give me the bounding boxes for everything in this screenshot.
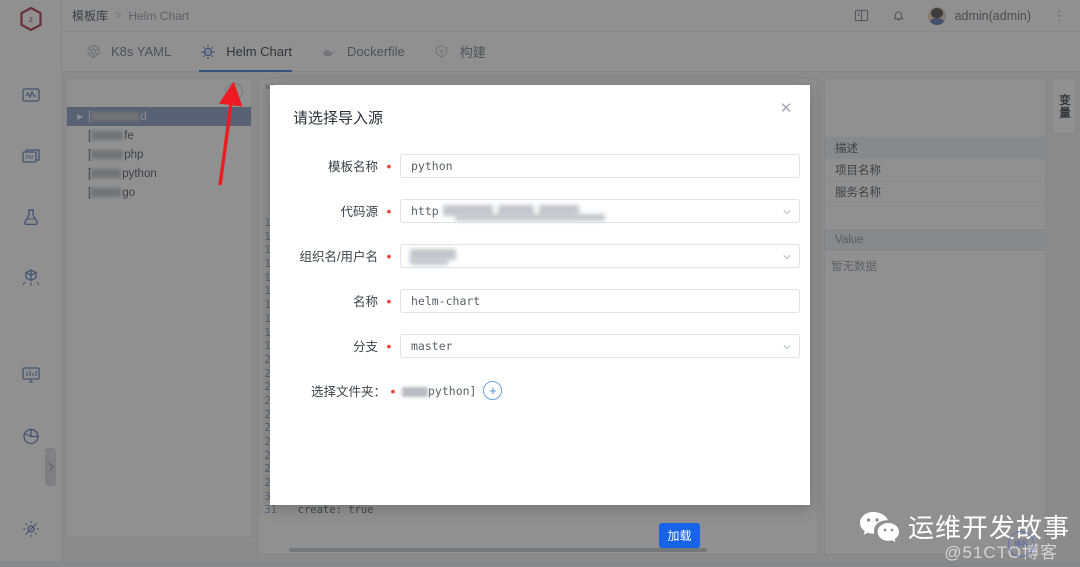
import-source-modal: 请选择导入源 ✕ 模板名称 • 代码源 • 组织名/用户名 bbox=[270, 85, 810, 548]
modal-title: 请选择导入源 bbox=[293, 110, 384, 127]
field-label: 选择文件夹： bbox=[310, 385, 386, 399]
field-label: 代码源 bbox=[340, 205, 378, 219]
field-code-source: 代码源 • bbox=[270, 188, 810, 233]
field-name: 名称 • bbox=[270, 278, 810, 323]
branch-select[interactable] bbox=[400, 333, 800, 358]
field-label: 组织名/用户名 bbox=[299, 250, 378, 264]
field-branch: 分支 • bbox=[270, 323, 810, 368]
required-marker: • bbox=[386, 202, 392, 219]
plus-circle-icon: + bbox=[489, 383, 497, 398]
field-org-user: 组织名/用户名 • bbox=[270, 233, 810, 278]
field-template-name: 模板名称 • bbox=[270, 143, 810, 188]
close-icon[interactable]: ✕ bbox=[776, 98, 796, 118]
field-label: 模板名称 bbox=[327, 160, 378, 174]
template-name-input[interactable] bbox=[400, 153, 800, 178]
selected-folder-text: python] bbox=[400, 384, 476, 398]
required-marker: • bbox=[386, 292, 392, 309]
field-select-folder: 选择文件夹： • python] + bbox=[270, 368, 810, 413]
add-folder-button[interactable]: + bbox=[483, 381, 503, 400]
org-user-select[interactable] bbox=[400, 243, 800, 268]
required-marker: • bbox=[386, 247, 392, 264]
load-button[interactable]: 加载 bbox=[659, 523, 700, 548]
name-input[interactable] bbox=[400, 288, 800, 313]
required-marker: • bbox=[386, 337, 392, 354]
required-marker: • bbox=[390, 382, 396, 399]
import-form: 模板名称 • 代码源 • 组织名/用户名 • bbox=[270, 143, 810, 413]
field-label: 分支 bbox=[352, 340, 378, 354]
field-label: 名称 bbox=[352, 295, 378, 309]
required-marker: • bbox=[386, 157, 392, 174]
